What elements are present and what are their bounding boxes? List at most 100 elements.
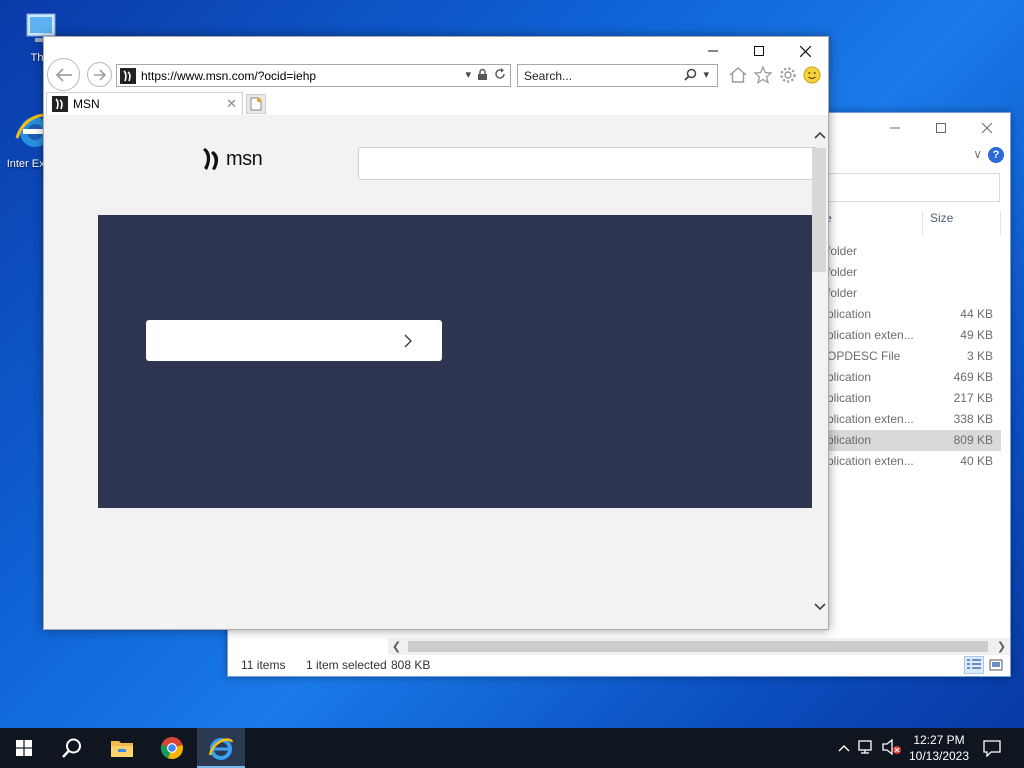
search-icon[interactable] bbox=[684, 68, 697, 81]
msn-search-input[interactable] bbox=[358, 147, 818, 180]
help-icon[interactable]: ? bbox=[988, 147, 1004, 163]
volume-muted-icon[interactable] bbox=[882, 738, 902, 758]
msn-logo[interactable]: msn bbox=[202, 146, 263, 172]
search-input[interactable] bbox=[524, 67, 674, 84]
internet-explorer-window: https://www.msn.com/?ocid=iehp ▾ ▾ bbox=[43, 36, 829, 630]
start-button[interactable] bbox=[0, 728, 48, 768]
chrome-icon bbox=[160, 737, 183, 760]
taskbar-clock[interactable]: 12:27 PM 10/13/2023 bbox=[902, 732, 976, 764]
clock-time: 12:27 PM bbox=[913, 733, 965, 747]
star-icon bbox=[754, 66, 772, 84]
network-icon[interactable] bbox=[858, 739, 876, 758]
browser-search-box[interactable]: ▾ bbox=[517, 64, 718, 87]
taskbar-file-explorer[interactable] bbox=[98, 728, 146, 768]
maximize-icon bbox=[754, 46, 764, 56]
minimize-icon bbox=[890, 127, 900, 129]
scroll-down-icon[interactable] bbox=[811, 598, 828, 615]
details-view-button[interactable] bbox=[964, 656, 984, 674]
ribbon-expand-chevron-icon[interactable]: ∨ bbox=[973, 147, 982, 161]
file-row[interactable]: OPDESC File 3 KB bbox=[821, 346, 1001, 367]
msn-favicon-icon bbox=[120, 68, 136, 84]
file-list: folder folder folder plication 44 KB plic… bbox=[821, 241, 1001, 472]
maximize-icon bbox=[936, 123, 946, 133]
folder-icon bbox=[111, 741, 133, 757]
taskbar: 12:27 PM 10/13/2023 bbox=[0, 728, 1024, 768]
column-header-size[interactable]: Size bbox=[930, 211, 953, 233]
tab-close-icon[interactable]: ✕ bbox=[226, 96, 237, 112]
ie-close-button[interactable] bbox=[782, 37, 828, 65]
file-row[interactable]: folder bbox=[821, 283, 1001, 304]
large-icons-view-icon bbox=[989, 659, 1003, 671]
scroll-left-icon[interactable]: ❮ bbox=[388, 638, 405, 655]
tab-msn[interactable]: MSN ✕ bbox=[46, 92, 243, 115]
notification-icon bbox=[983, 740, 1001, 757]
tools-button[interactable] bbox=[778, 65, 798, 85]
smiley-icon bbox=[803, 66, 821, 84]
page-viewport: msn bbox=[44, 116, 828, 629]
details-view-icon bbox=[967, 659, 981, 669]
horizontal-scrollbar[interactable]: ❮ ❯ bbox=[388, 638, 1010, 655]
address-dropdown-icon[interactable]: ▾ bbox=[465, 68, 471, 81]
search-tools: ▾ bbox=[684, 68, 709, 81]
favorites-button[interactable] bbox=[753, 65, 773, 85]
file-row[interactable]: plication exten... 40 KB bbox=[821, 451, 1001, 472]
feedback-button[interactable] bbox=[802, 65, 822, 85]
column-divider[interactable] bbox=[1000, 211, 1001, 235]
address-url: https://www.msn.com/?ocid=iehp bbox=[141, 68, 317, 83]
column-divider[interactable] bbox=[922, 211, 923, 235]
forward-arrow-icon bbox=[93, 68, 106, 81]
home-button[interactable] bbox=[728, 65, 748, 85]
file-row[interactable]: plication 217 KB bbox=[821, 388, 1001, 409]
address-bar[interactable]: https://www.msn.com/?ocid=iehp ▾ bbox=[116, 64, 511, 87]
refresh-icon[interactable] bbox=[494, 68, 506, 80]
gear-icon bbox=[780, 67, 796, 83]
page-vertical-scrollbar[interactable] bbox=[811, 116, 828, 629]
file-row[interactable]: folder bbox=[821, 241, 1001, 262]
banner-cta-button[interactable] bbox=[146, 320, 442, 361]
file-row[interactable]: folder bbox=[821, 262, 1001, 283]
explorer-close-button[interactable] bbox=[964, 113, 1010, 143]
taskbar-search-button[interactable] bbox=[48, 728, 96, 768]
scrollbar-thumb[interactable] bbox=[408, 641, 988, 652]
explorer-search-box[interactable] bbox=[808, 173, 1000, 202]
status-selection-size: 808 KB bbox=[391, 658, 431, 672]
windows-logo-icon bbox=[16, 740, 32, 756]
tab-label: MSN bbox=[73, 97, 100, 111]
msn-butterfly-icon bbox=[203, 148, 219, 170]
internet-explorer-icon bbox=[208, 738, 234, 760]
msn-favicon-icon bbox=[52, 96, 68, 112]
file-row[interactable]: plication 469 KB bbox=[821, 367, 1001, 388]
explorer-maximize-button[interactable] bbox=[918, 113, 964, 143]
ie-maximize-button[interactable] bbox=[736, 37, 782, 65]
back-arrow-icon bbox=[55, 67, 72, 82]
new-tab-icon bbox=[250, 97, 262, 111]
back-button[interactable] bbox=[47, 58, 80, 91]
show-hidden-icons-chevron-icon[interactable] bbox=[838, 741, 850, 755]
lock-icon[interactable] bbox=[477, 68, 488, 81]
scrollbar-thumb[interactable] bbox=[812, 148, 826, 272]
file-row-selected[interactable]: plication 809 KB bbox=[821, 430, 1001, 451]
clock-date: 10/13/2023 bbox=[908, 749, 970, 763]
taskbar-internet-explorer[interactable] bbox=[197, 728, 245, 768]
close-icon bbox=[799, 45, 811, 57]
file-row[interactable]: plication exten... 49 KB bbox=[821, 325, 1001, 346]
system-tray bbox=[838, 728, 902, 768]
forward-button[interactable] bbox=[87, 62, 112, 87]
explorer-minimize-button[interactable] bbox=[872, 113, 918, 143]
ie-minimize-button[interactable] bbox=[690, 37, 736, 65]
file-row[interactable]: plication exten... 338 KB bbox=[821, 409, 1001, 430]
large-icons-view-button[interactable] bbox=[986, 656, 1006, 674]
hero-banner bbox=[98, 215, 812, 508]
search-dropdown-icon[interactable]: ▾ bbox=[703, 68, 709, 81]
home-icon bbox=[729, 67, 747, 83]
status-selection: 1 item selected bbox=[306, 658, 387, 672]
new-tab-button[interactable] bbox=[246, 94, 266, 114]
scroll-right-icon[interactable]: ❯ bbox=[993, 638, 1010, 655]
file-row[interactable]: plication 44 KB bbox=[821, 304, 1001, 325]
close-icon bbox=[982, 123, 992, 133]
scroll-up-icon[interactable] bbox=[811, 126, 828, 143]
minimize-icon bbox=[708, 50, 718, 52]
taskbar-chrome[interactable] bbox=[148, 728, 196, 768]
msn-wordmark: msn bbox=[226, 147, 263, 170]
action-center-button[interactable] bbox=[968, 728, 1016, 768]
